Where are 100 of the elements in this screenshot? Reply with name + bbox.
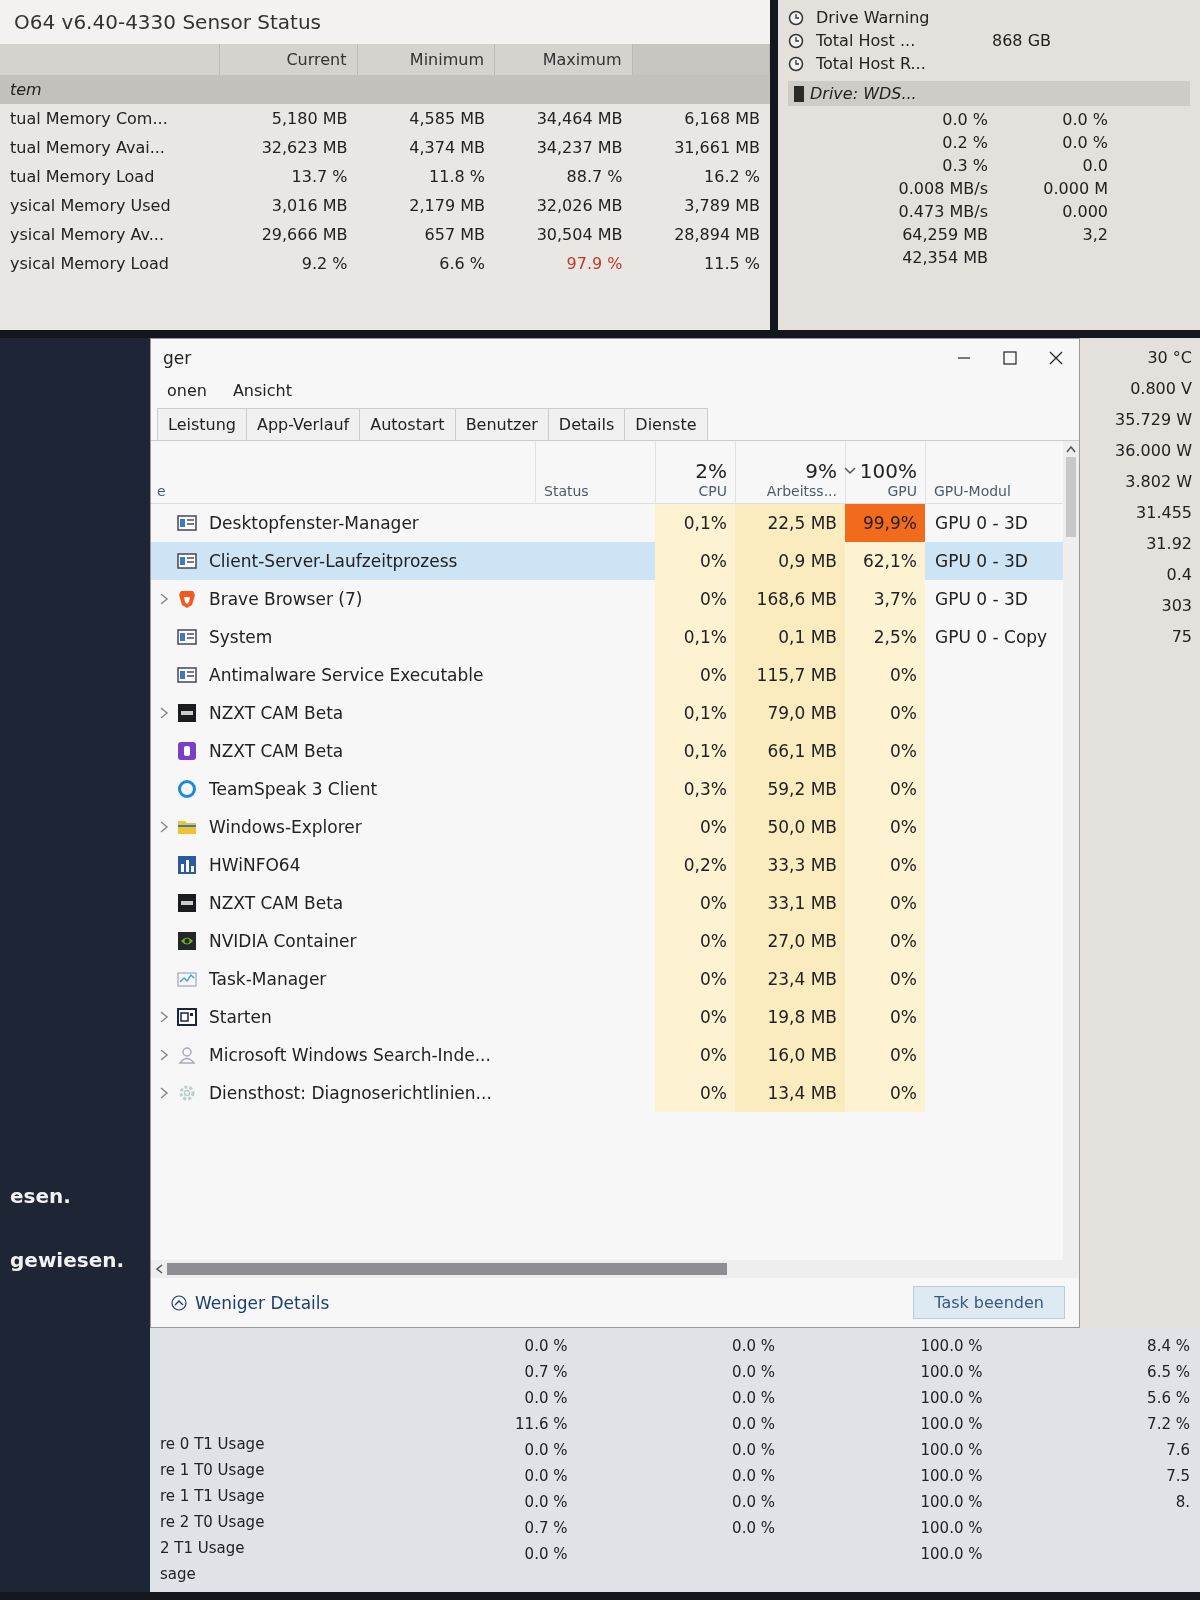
process-row[interactable]: Antimalware Service Executable 0% 115,7 MB 0% xyxy=(151,656,1063,694)
process-row[interactable]: Starten 0% 19,8 MB 0% xyxy=(151,998,1063,1036)
cpu-cell: 0% xyxy=(655,922,735,960)
tab[interactable]: Dienste xyxy=(624,408,708,440)
sensor-value: 3.802 W xyxy=(1125,472,1192,491)
sensor-value: 868 GB xyxy=(992,31,1052,50)
tab[interactable]: Details xyxy=(547,408,626,440)
sensor-value: 0.0 % xyxy=(732,1466,775,1487)
sensor-value: 88.7 % xyxy=(565,166,624,188)
process-row[interactable]: Client-Server-Laufzeitprozess 0% 0,9 MB 62,1% GPU 0 - 3D xyxy=(151,542,1063,580)
process-row[interactable]: Microsoft Windows Search-Inde... 0% 16,0 MB 0% xyxy=(151,1036,1063,1074)
memory-cell: 19,8 MB xyxy=(735,998,845,1036)
column-header[interactable]: Status xyxy=(535,441,655,503)
scrollbar-thumb[interactable] xyxy=(167,1263,727,1275)
swirl-icon xyxy=(177,931,197,951)
sensor-value: 0.0 % xyxy=(1061,133,1108,152)
process-row[interactable]: TeamSpeak 3 Client 0,3% 59,2 MB 0% xyxy=(151,770,1063,808)
sensor-value: 7.2 % xyxy=(1147,1414,1190,1435)
group-row: tem xyxy=(0,75,770,104)
sensor-value: 4,374 MB xyxy=(408,137,486,159)
process-name: System xyxy=(208,627,274,647)
sensor-value: 34,237 MB xyxy=(535,137,624,159)
tab[interactable]: Leistung xyxy=(157,408,247,440)
sensor-value: 6.6 % xyxy=(438,253,486,275)
gpu-cell: 0% xyxy=(845,694,925,732)
sensor-value: 34,464 MB xyxy=(535,108,624,130)
scrollbar-thumb[interactable] xyxy=(1066,457,1076,537)
gpu-cell: 0% xyxy=(845,922,925,960)
tab[interactable]: App-Verlauf xyxy=(245,408,361,440)
process-row[interactable]: NZXT CAM Beta 0,1% 66,1 MB 0% xyxy=(151,732,1063,770)
menu-item[interactable]: onen xyxy=(163,379,211,402)
sensor-value: 0.0 % xyxy=(524,1544,568,1565)
line-chart-icon xyxy=(177,969,197,989)
sensor-label: sage xyxy=(160,1564,196,1585)
memory-cell: 79,0 MB xyxy=(735,694,845,732)
fewer-details-link[interactable]: Weniger Details xyxy=(165,1291,336,1314)
sensor-value: 64,259 MB xyxy=(901,225,988,244)
process-row[interactable]: Task-Manager 0% 23,4 MB 0% xyxy=(151,960,1063,998)
sensor-value: 0.0 % xyxy=(524,1336,568,1357)
gpu-cell: 62,1% xyxy=(845,542,925,580)
process-row[interactable]: Brave Browser (7) 0% 168,6 MB 3,7% GPU 0 - 3D xyxy=(151,580,1063,618)
vertical-scrollbar[interactable] xyxy=(1063,441,1079,1260)
tab[interactable]: Benutzer xyxy=(454,408,549,440)
column-header[interactable]: 9% Arbeitss... xyxy=(735,441,845,503)
sensor-value: 75 xyxy=(1171,627,1192,646)
sensor-value: 0.0 % xyxy=(941,110,988,129)
column-header[interactable]: Current xyxy=(220,44,358,75)
process-row[interactable]: Windows-Explorer 0% 50,0 MB 0% xyxy=(151,808,1063,846)
sensor-value: 31.455 xyxy=(1136,503,1192,522)
chevron-icon[interactable] xyxy=(159,1011,169,1023)
gpu-engine-cell-text: GPU 0 - 3D xyxy=(934,551,1029,571)
sensor-label: tual Memory Com... xyxy=(9,108,169,130)
chevron-left-icon[interactable] xyxy=(155,1264,163,1274)
column-header[interactable]: 2% CPU xyxy=(655,441,735,503)
process-name: Starten xyxy=(208,1007,273,1027)
process-row[interactable]: NZXT CAM Beta 0,1% 79,0 MB 0% xyxy=(151,694,1063,732)
cpu-cell: 0% xyxy=(655,884,735,922)
gpu-cell: 2,5% xyxy=(845,618,925,656)
menu-item[interactable]: Ansicht xyxy=(228,379,296,402)
window-icon xyxy=(177,627,197,647)
gpu-cell: 0% xyxy=(845,960,925,998)
chevron-icon[interactable] xyxy=(159,707,169,719)
rounded-tile-icon xyxy=(177,741,197,761)
column-header[interactable]: 100% GPU xyxy=(845,441,925,503)
memory-cell: 115,7 MB xyxy=(735,656,845,694)
column-header[interactable]: e xyxy=(151,479,535,503)
sensor-value: 5,180 MB xyxy=(270,108,349,130)
process-row[interactable]: Diensthost: Diagnoserichtlinien... 0% 13,4 MB 0% xyxy=(151,1074,1063,1112)
sensor-value: 30 °C xyxy=(1147,348,1192,367)
process-row[interactable]: NZXT CAM Beta 0% 33,1 MB 0% xyxy=(151,884,1063,922)
memory-cell: 13,4 MB xyxy=(735,1074,845,1112)
sensor-value: 4,585 MB xyxy=(408,108,486,130)
tab[interactable]: Autostart xyxy=(359,408,456,440)
sensor-label: re 1 T0 Usage xyxy=(160,1460,265,1481)
chevron-icon[interactable] xyxy=(159,1049,169,1061)
column-header[interactable]: Maximum xyxy=(495,44,633,75)
chevron-icon[interactable] xyxy=(159,1087,169,1099)
sensor-label: tual Memory Load xyxy=(9,166,156,188)
process-row[interactable]: HWiNFO64 0,2% 33,3 MB 0% xyxy=(151,846,1063,884)
process-row[interactable]: NVIDIA Container 0% 27,0 MB 0% xyxy=(151,922,1063,960)
clock-icon xyxy=(788,55,804,72)
chevron-icon[interactable] xyxy=(159,821,169,833)
sensor-value: 100.0 % xyxy=(920,1414,983,1435)
gpu-engine-cell-text: GPU 0 - Copy xyxy=(934,627,1049,647)
column-header[interactable]: Minimum xyxy=(357,44,495,75)
gpu-engine-cell-text: GPU 0 - 3D xyxy=(934,589,1029,609)
gpu-cell: 0% xyxy=(845,732,925,770)
sensor-value: 31,661 MB xyxy=(673,137,761,159)
chevron-up-icon[interactable] xyxy=(1066,445,1076,453)
horizontal-scrollbar[interactable] xyxy=(151,1260,1079,1278)
sensor-label: Total Host R... xyxy=(816,54,927,73)
process-row[interactable]: System 0,1% 0,1 MB 2,5% GPU 0 - Copy xyxy=(151,618,1063,656)
sensor-value: 100.0 % xyxy=(920,1388,983,1409)
end-task-button[interactable]: Task beenden xyxy=(913,1286,1065,1319)
sensor-value: 100.0 % xyxy=(920,1466,983,1487)
cpu-cell: 0,2% xyxy=(655,846,735,884)
process-row[interactable]: Desktopfenster-Manager 0,1% 22,5 MB 99,9% GPU 0 - 3D xyxy=(151,504,1063,542)
chevron-icon[interactable] xyxy=(159,593,169,605)
sensor-label: re 0 T1 Usage xyxy=(160,1434,265,1455)
process-name: Brave Browser (7) xyxy=(208,589,364,609)
